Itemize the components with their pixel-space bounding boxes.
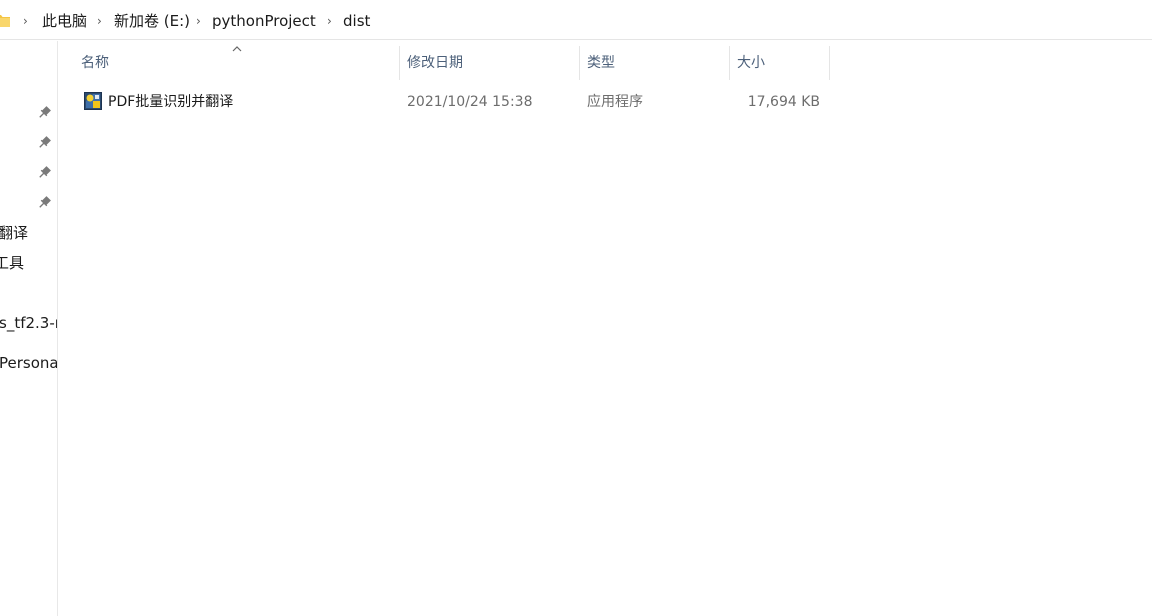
file-row[interactable]: PDF批量识别并翻译 2021/10/24 15:38 应用程序 17,694 …	[78, 88, 830, 116]
breadcrumb-pythonproject[interactable]: pythonProject	[212, 10, 316, 32]
file-name[interactable]: PDF批量识别并翻译	[108, 88, 233, 116]
file-size: 17,694 KB	[747, 94, 820, 110]
address-bar[interactable]: › 此电脑 › 新加卷 (E:) › pythonProject › dist	[0, 0, 1152, 40]
column-header-date[interactable]: 修改日期	[400, 46, 579, 80]
breadcrumb-this-pc[interactable]: 此电脑	[42, 10, 87, 32]
nav-item-personal[interactable]: Persona	[0, 353, 57, 373]
folder-icon	[0, 15, 10, 27]
python-app-icon	[84, 92, 102, 110]
chevron-right-icon[interactable]: ›	[196, 10, 201, 32]
column-header-type[interactable]: 类型	[580, 46, 729, 80]
pin-icon[interactable]	[36, 135, 52, 151]
pin-icon[interactable]	[36, 165, 52, 181]
breadcrumb-dist[interactable]: dist	[343, 10, 370, 32]
navigation-pane: 翻译 工具 s_tf2.3-r Persona	[0, 41, 58, 616]
nav-item-tf[interactable]: s_tf2.3-r	[0, 313, 57, 333]
file-type: 应用程序	[587, 94, 643, 110]
column-header-size[interactable]: 大小	[730, 46, 829, 80]
chevron-right-icon[interactable]: ›	[97, 10, 102, 32]
nav-item-tools[interactable]: 工具	[0, 253, 24, 273]
file-modified-date: 2021/10/24 15:38	[407, 94, 533, 110]
column-header-name[interactable]: 名称	[74, 46, 399, 80]
file-explorer-window: › 此电脑 › 新加卷 (E:) › pythonProject › dist	[0, 0, 1152, 616]
pin-icon[interactable]	[36, 105, 52, 121]
nav-item-translate[interactable]: 翻译	[0, 223, 28, 243]
pin-icon[interactable]	[36, 195, 52, 211]
breadcrumb-drive-e[interactable]: 新加卷 (E:)	[114, 10, 190, 32]
chevron-right-icon[interactable]: ›	[23, 10, 28, 32]
chevron-right-icon[interactable]: ›	[327, 10, 332, 32]
column-divider[interactable]	[829, 46, 830, 80]
